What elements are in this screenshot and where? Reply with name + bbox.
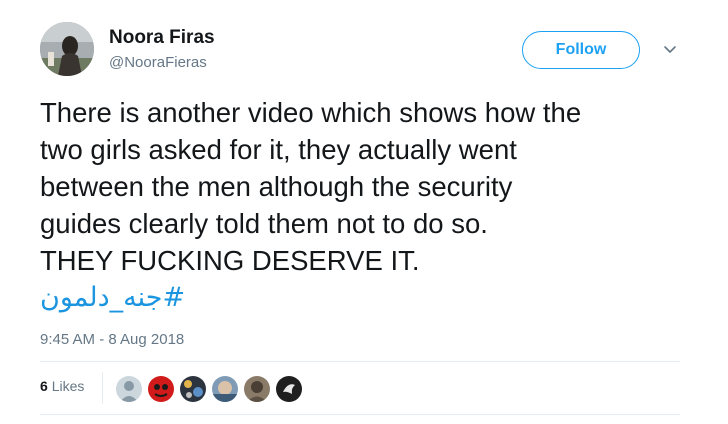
bird-pattern-avatar[interactable] xyxy=(178,374,208,404)
tweet-text: There is another video which shows how t… xyxy=(40,94,700,316)
follow-button[interactable]: Follow xyxy=(522,31,640,69)
tweet-text-line: THEY FUCKING DESERVE IT. xyxy=(40,245,420,276)
likes-label: Likes xyxy=(51,378,85,394)
profile-avatar[interactable] xyxy=(40,22,94,76)
user-handle[interactable]: @NooraFieras xyxy=(109,54,207,71)
divider xyxy=(40,361,680,362)
chevron-down-icon[interactable] xyxy=(661,40,679,58)
tweet-text-line: between the men although the security xyxy=(40,171,513,202)
sepia-photo-avatar[interactable] xyxy=(242,374,272,404)
tweet-card: Noora Firas @NooraFieras Follow There is… xyxy=(0,0,728,424)
default-avatar[interactable] xyxy=(114,374,144,404)
hashtag-link[interactable]: #جنه_دلمون xyxy=(40,279,196,316)
likes-count: 6 xyxy=(40,378,48,394)
likes-link[interactable]: 6 Likes xyxy=(40,378,84,394)
tweet-text-line: guides clearly told them not to do so. xyxy=(40,208,488,239)
tweet-timestamp[interactable]: 9:45 AM - 8 Aug 2018 xyxy=(40,331,184,348)
tweet-text-line: There is another video which shows how t… xyxy=(40,97,582,128)
dark-logo-avatar[interactable] xyxy=(274,374,304,404)
blue-face-avatar[interactable] xyxy=(210,374,240,404)
divider xyxy=(40,414,680,415)
tweet-text-line: two girls asked for it, they actually we… xyxy=(40,134,517,165)
display-name[interactable]: Noora Firas xyxy=(109,27,215,49)
divider xyxy=(102,372,103,404)
red-mask-avatar[interactable] xyxy=(146,374,176,404)
